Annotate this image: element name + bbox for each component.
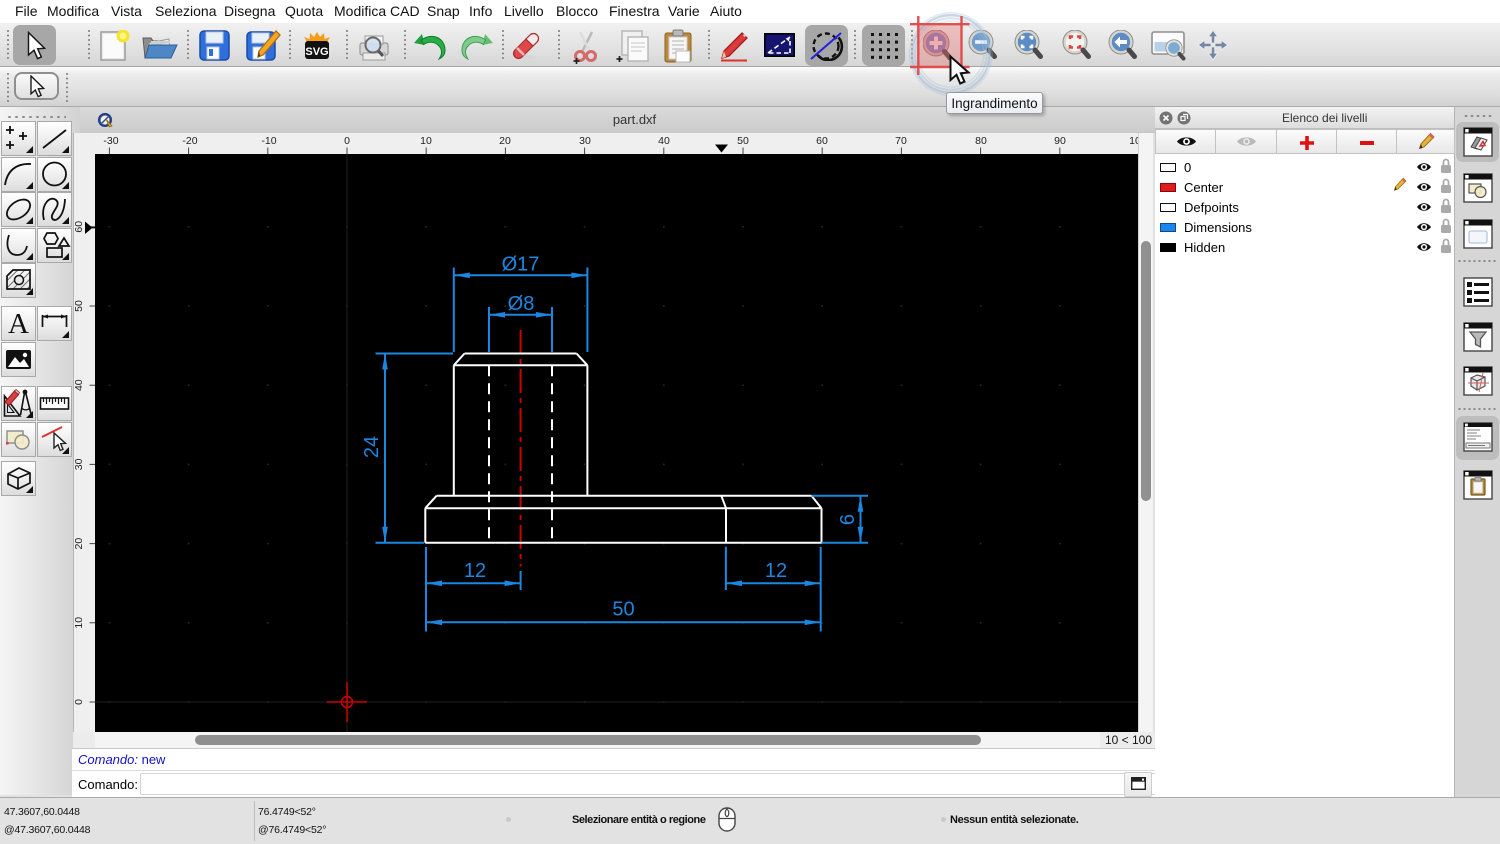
svg-text:80: 80: [975, 135, 987, 147]
svg-text:0: 0: [74, 699, 85, 705]
svg-text:12: 12: [765, 560, 787, 582]
svg-text:10: 10: [74, 617, 85, 629]
svg-text:-30: -30: [103, 135, 118, 147]
svg-text:SVG: SVG: [305, 46, 328, 58]
svg-text:-20: -20: [182, 135, 197, 147]
svg-text:70: 70: [895, 135, 907, 147]
svg-text:30: 30: [74, 458, 85, 470]
svg-text:10: 10: [420, 135, 432, 147]
svg-text:60: 60: [816, 135, 828, 147]
svg-text:Ø17: Ø17: [502, 254, 540, 276]
svg-text:12: 12: [464, 560, 486, 582]
svg-text:6: 6: [837, 514, 859, 525]
svg-text:50: 50: [74, 300, 85, 312]
svg-text:20: 20: [499, 135, 511, 147]
svg-text:20: 20: [74, 538, 85, 550]
svg-text:A: A: [8, 308, 29, 340]
svg-text:Ø8: Ø8: [508, 293, 535, 315]
svg-text:30: 30: [579, 135, 591, 147]
svg-text:60: 60: [74, 221, 85, 233]
svg-text:0: 0: [344, 135, 350, 147]
svg-text:90: 90: [1054, 135, 1066, 147]
svg-text:50: 50: [612, 599, 634, 621]
svg-text:50: 50: [737, 135, 749, 147]
svg-text:10: 10: [1129, 135, 1138, 147]
svg-text:24: 24: [361, 436, 383, 458]
svg-text:-10: -10: [261, 135, 276, 147]
svg-text:40: 40: [658, 135, 670, 147]
svg-text:40: 40: [74, 379, 85, 391]
